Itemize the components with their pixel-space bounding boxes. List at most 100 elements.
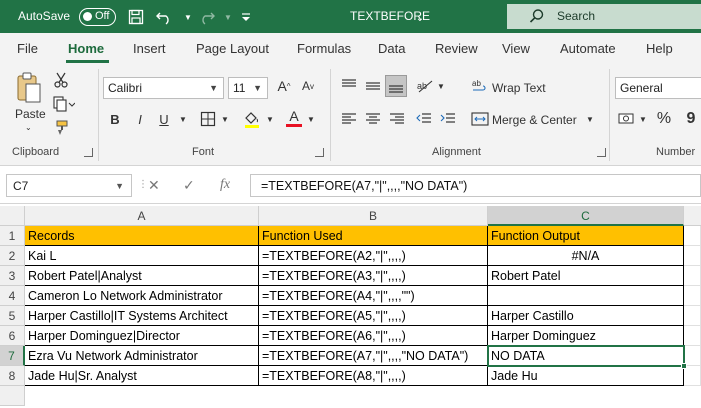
cell-b1[interactable]: Function Used [259, 226, 488, 246]
font-color-button[interactable]: A [284, 107, 304, 129]
column-header-b[interactable]: B [259, 206, 488, 226]
increase-indent-icon[interactable] [438, 109, 458, 129]
row-header-2[interactable]: 2 [0, 246, 25, 266]
cell-d5[interactable] [684, 306, 701, 326]
row-header-5[interactable]: 5 [0, 306, 25, 326]
row-header-3[interactable]: 3 [0, 266, 25, 286]
cell-c5[interactable]: Harper Castillo [488, 306, 684, 326]
cell-a7[interactable]: Ezra Vu Network Administrator [25, 346, 259, 366]
percent-style-button[interactable]: % [655, 109, 673, 129]
shrink-font-button[interactable]: Av [298, 76, 318, 96]
fill-handle[interactable] [681, 363, 687, 369]
tab-home[interactable]: Home [68, 41, 104, 56]
search-box[interactable]: Search [507, 4, 701, 29]
align-left-icon[interactable] [339, 109, 359, 129]
comma-style-button[interactable]: 9 [682, 109, 700, 129]
tab-automate[interactable]: Automate [560, 41, 616, 56]
paste-dropdown-icon[interactable]: ⌄ [25, 123, 32, 132]
orientation-icon[interactable]: ab [414, 76, 436, 96]
tab-help[interactable]: Help [646, 41, 673, 56]
cell-b6[interactable]: =TEXTBEFORE(A6,"|",,,,) [259, 326, 488, 346]
font-color-dropdown-icon[interactable]: ▼ [305, 109, 317, 129]
clipboard-launcher-icon[interactable] [84, 148, 93, 157]
cell-b8[interactable]: =TEXTBEFORE(A8,"|",,,,) [259, 366, 488, 386]
align-right-icon[interactable] [387, 109, 407, 129]
merge-center-button[interactable]: Merge & Center [492, 113, 577, 127]
row-header-7[interactable]: 7 [0, 346, 25, 366]
cell-a6[interactable]: Harper Dominguez|Director [25, 326, 259, 346]
italic-button[interactable]: I [131, 109, 149, 129]
cell-b4[interactable]: =TEXTBEFORE(A4,"|",,,,"") [259, 286, 488, 306]
decrease-indent-icon[interactable] [414, 109, 434, 129]
underline-button[interactable]: U [155, 109, 173, 129]
cut-icon[interactable] [52, 71, 70, 89]
autosave-toggle[interactable]: Off [79, 8, 116, 26]
wrap-text-button[interactable]: Wrap Text [492, 81, 546, 95]
row-header-9[interactable] [0, 386, 25, 406]
merge-dropdown-icon[interactable]: ▼ [584, 109, 596, 129]
tab-insert[interactable]: Insert [133, 41, 166, 56]
font-launcher-icon[interactable] [315, 148, 324, 157]
fill-color-dropdown-icon[interactable]: ▼ [264, 109, 276, 129]
tab-data[interactable]: Data [378, 41, 405, 56]
cell-a2[interactable]: Kai L [25, 246, 259, 266]
redo-dropdown-icon[interactable]: ▼ [218, 7, 238, 27]
align-center-icon[interactable] [363, 109, 383, 129]
cell-d4[interactable] [684, 286, 701, 306]
cell-d1[interactable] [684, 226, 701, 246]
wrap-text-icon[interactable]: ab [470, 76, 490, 96]
borders-icon[interactable] [198, 109, 218, 129]
undo-icon[interactable] [155, 7, 175, 27]
format-painter-icon[interactable] [52, 119, 70, 137]
cell-a5[interactable]: Harper Castillo|IT Systems Architect [25, 306, 259, 326]
cell-b3[interactable]: =TEXTBEFORE(A3,"|",,,,) [259, 266, 488, 286]
cell-c6[interactable]: Harper Dominguez [488, 326, 684, 346]
cell-d3[interactable] [684, 266, 701, 286]
enter-icon[interactable]: ✓ [183, 177, 195, 194]
copy-icon[interactable] [52, 95, 76, 113]
cell-b7[interactable]: =TEXTBEFORE(A7,"|",,,,"NO DATA") [259, 346, 488, 366]
align-middle-icon[interactable] [363, 76, 383, 96]
column-header-d[interactable] [684, 206, 701, 226]
tab-view[interactable]: View [502, 41, 530, 56]
column-header-a[interactable]: A [25, 206, 259, 226]
cell-d2[interactable] [684, 246, 701, 266]
accounting-dropdown-icon[interactable]: ▼ [638, 109, 648, 129]
formula-input[interactable]: =TEXTBEFORE(A7,"|",,,,"NO DATA") [250, 174, 701, 197]
row-header-8[interactable]: 8 [0, 366, 25, 386]
save-icon[interactable] [126, 7, 146, 27]
title-dropdown-icon[interactable]: ⌄ [410, 8, 430, 28]
tab-page-layout[interactable]: Page Layout [196, 41, 269, 56]
underline-dropdown-icon[interactable]: ▼ [176, 109, 190, 129]
borders-dropdown-icon[interactable]: ▼ [219, 109, 231, 129]
column-header-c[interactable]: C [488, 206, 684, 226]
cell-c7[interactable]: NO DATA [488, 346, 684, 366]
cell-d6[interactable] [684, 326, 701, 346]
number-format-combo[interactable]: General [615, 77, 701, 99]
cell-a4[interactable]: Cameron Lo Network Administrator [25, 286, 259, 306]
merge-center-icon[interactable] [470, 109, 490, 129]
grow-font-button[interactable]: A ^ [274, 76, 294, 96]
tab-review[interactable]: Review [435, 41, 478, 56]
font-size-combo[interactable]: 11 ▼ [228, 77, 268, 99]
align-top-icon[interactable] [339, 76, 359, 96]
paste-icon[interactable] [12, 69, 46, 107]
orientation-dropdown-icon[interactable]: ▼ [436, 76, 446, 96]
align-bottom-icon[interactable] [385, 75, 407, 97]
customize-toolbar-icon[interactable] [236, 7, 256, 27]
resize-handle-icon[interactable]: ⋮ [138, 179, 148, 190]
cell-c8[interactable]: Jade Hu [488, 366, 684, 386]
row-header-6[interactable]: 6 [0, 326, 25, 346]
cell-c4[interactable] [488, 286, 684, 306]
cell-c3[interactable]: Robert Patel [488, 266, 684, 286]
insert-function-icon[interactable]: fx [220, 177, 230, 193]
accounting-format-icon[interactable] [617, 109, 637, 129]
redo-icon[interactable] [196, 7, 216, 27]
paste-label[interactable]: Paste [15, 107, 46, 121]
cell-d8[interactable] [684, 366, 701, 386]
cell-a8[interactable]: Jade Hu|Sr. Analyst [25, 366, 259, 386]
cell-a1[interactable]: Records [25, 226, 259, 246]
select-all-corner[interactable] [0, 206, 25, 226]
alignment-launcher-icon[interactable] [597, 148, 606, 157]
bold-button[interactable]: B [106, 109, 124, 129]
